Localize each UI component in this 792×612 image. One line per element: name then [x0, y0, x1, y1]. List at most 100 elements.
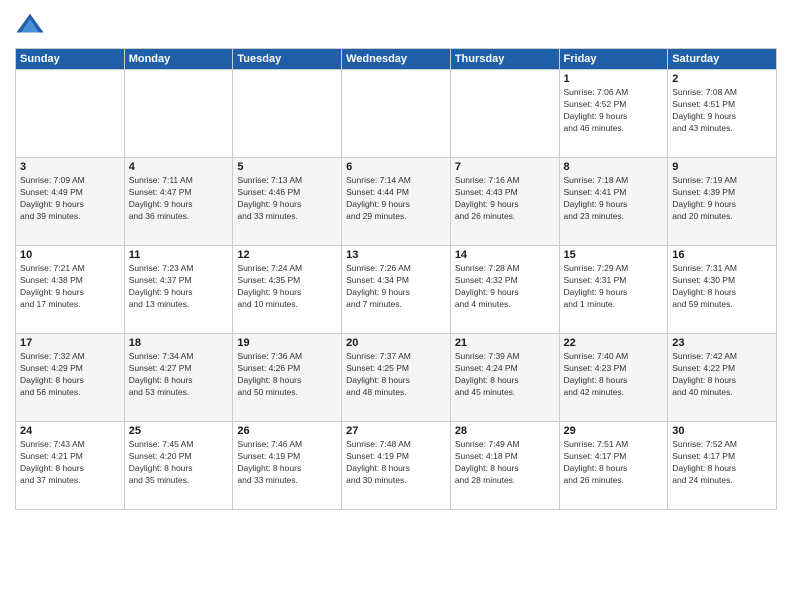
day-info: Sunrise: 7:40 AMSunset: 4:23 PMDaylight:…	[564, 351, 664, 399]
day-number: 7	[455, 161, 555, 173]
day-info: Sunrise: 7:23 AMSunset: 4:37 PMDaylight:…	[129, 263, 229, 311]
weekday-header-wednesday: Wednesday	[342, 49, 451, 70]
day-number: 4	[129, 161, 229, 173]
calendar-cell: 21 Sunrise: 7:39 AMSunset: 4:24 PMDayligh…	[450, 334, 559, 422]
weekday-header-friday: Friday	[559, 49, 668, 70]
day-info: Sunrise: 7:48 AMSunset: 4:19 PMDaylight:…	[346, 439, 446, 487]
calendar-cell: 3 Sunrise: 7:09 AMSunset: 4:49 PMDaylight…	[16, 158, 125, 246]
day-number: 22	[564, 337, 664, 349]
day-number: 3	[20, 161, 120, 173]
calendar-cell	[342, 70, 451, 158]
weekday-header-row: SundayMondayTuesdayWednesdayThursdayFrid…	[16, 49, 777, 70]
day-number: 25	[129, 425, 229, 437]
calendar-cell: 28 Sunrise: 7:49 AMSunset: 4:18 PMDayligh…	[450, 422, 559, 510]
day-info: Sunrise: 7:18 AMSunset: 4:41 PMDaylight:…	[564, 175, 664, 223]
day-number: 30	[672, 425, 772, 437]
day-number: 23	[672, 337, 772, 349]
day-number: 10	[20, 249, 120, 261]
day-number: 9	[672, 161, 772, 173]
calendar-cell: 9 Sunrise: 7:19 AMSunset: 4:39 PMDaylight…	[668, 158, 777, 246]
day-number: 27	[346, 425, 446, 437]
calendar-cell: 2 Sunrise: 7:08 AMSunset: 4:51 PMDaylight…	[668, 70, 777, 158]
calendar-cell: 29 Sunrise: 7:51 AMSunset: 4:17 PMDayligh…	[559, 422, 668, 510]
day-info: Sunrise: 7:46 AMSunset: 4:19 PMDaylight:…	[237, 439, 337, 487]
day-number: 18	[129, 337, 229, 349]
calendar-cell: 11Sunrise: 7:23 AMSunset: 4:37 PMDayligh…	[124, 246, 233, 334]
day-number: 21	[455, 337, 555, 349]
calendar-cell	[124, 70, 233, 158]
day-info: Sunrise: 7:34 AMSunset: 4:27 PMDaylight:…	[129, 351, 229, 399]
day-info: Sunrise: 7:21 AMSunset: 4:38 PMDaylight:…	[20, 263, 120, 311]
calendar-cell: 17 Sunrise: 7:32 AMSunset: 4:29 PMDayligh…	[16, 334, 125, 422]
day-info: Sunrise: 7:43 AMSunset: 4:21 PMDaylight:…	[20, 439, 120, 487]
day-number: 5	[237, 161, 337, 173]
day-number: 28	[455, 425, 555, 437]
day-info: Sunrise: 7:51 AMSunset: 4:17 PMDaylight:…	[564, 439, 664, 487]
day-number: 12	[237, 249, 337, 261]
calendar-cell	[16, 70, 125, 158]
calendar-cell	[450, 70, 559, 158]
day-info: Sunrise: 7:26 AMSunset: 4:34 PMDaylight:…	[346, 263, 446, 311]
weekday-header-tuesday: Tuesday	[233, 49, 342, 70]
page: SundayMondayTuesdayWednesdayThursdayFrid…	[0, 0, 792, 612]
day-number: 20	[346, 337, 446, 349]
calendar-cell: 25 Sunrise: 7:45 AMSunset: 4:20 PMDayligh…	[124, 422, 233, 510]
calendar-cell: 10 Sunrise: 7:21 AMSunset: 4:38 PMDayligh…	[16, 246, 125, 334]
day-info: Sunrise: 7:52 AMSunset: 4:17 PMDaylight:…	[672, 439, 772, 487]
calendar-cell: 16Sunrise: 7:31 AMSunset: 4:30 PMDayligh…	[668, 246, 777, 334]
calendar-cell: 22 Sunrise: 7:40 AMSunset: 4:23 PMDayligh…	[559, 334, 668, 422]
calendar: SundayMondayTuesdayWednesdayThursdayFrid…	[15, 48, 777, 510]
header	[15, 10, 777, 40]
week-row-3: 17 Sunrise: 7:32 AMSunset: 4:29 PMDayligh…	[16, 334, 777, 422]
weekday-header-monday: Monday	[124, 49, 233, 70]
day-info: Sunrise: 7:37 AMSunset: 4:25 PMDaylight:…	[346, 351, 446, 399]
day-info: Sunrise: 7:14 AMSunset: 4:44 PMDaylight:…	[346, 175, 446, 223]
weekday-header-saturday: Saturday	[668, 49, 777, 70]
calendar-cell: 24 Sunrise: 7:43 AMSunset: 4:21 PMDayligh…	[16, 422, 125, 510]
logo	[15, 10, 49, 40]
day-number: 29	[564, 425, 664, 437]
day-info: Sunrise: 7:09 AMSunset: 4:49 PMDaylight:…	[20, 175, 120, 223]
calendar-cell: 30 Sunrise: 7:52 AMSunset: 4:17 PMDayligh…	[668, 422, 777, 510]
day-info: Sunrise: 7:16 AMSunset: 4:43 PMDaylight:…	[455, 175, 555, 223]
day-info: Sunrise: 7:42 AMSunset: 4:22 PMDaylight:…	[672, 351, 772, 399]
day-info: Sunrise: 7:11 AMSunset: 4:47 PMDaylight:…	[129, 175, 229, 223]
day-number: 6	[346, 161, 446, 173]
day-number: 24	[20, 425, 120, 437]
day-number: 17	[20, 337, 120, 349]
calendar-cell: 6 Sunrise: 7:14 AMSunset: 4:44 PMDaylight…	[342, 158, 451, 246]
calendar-cell: 20 Sunrise: 7:37 AMSunset: 4:25 PMDayligh…	[342, 334, 451, 422]
calendar-cell: 23 Sunrise: 7:42 AMSunset: 4:22 PMDayligh…	[668, 334, 777, 422]
day-info: Sunrise: 7:28 AMSunset: 4:32 PMDaylight:…	[455, 263, 555, 311]
day-info: Sunrise: 7:32 AMSunset: 4:29 PMDaylight:…	[20, 351, 120, 399]
logo-icon	[15, 10, 45, 40]
day-info: Sunrise: 7:29 AMSunset: 4:31 PMDaylight:…	[564, 263, 664, 311]
day-number: 19	[237, 337, 337, 349]
weekday-header-sunday: Sunday	[16, 49, 125, 70]
day-info: Sunrise: 7:13 AMSunset: 4:46 PMDaylight:…	[237, 175, 337, 223]
calendar-cell: 7 Sunrise: 7:16 AMSunset: 4:43 PMDaylight…	[450, 158, 559, 246]
calendar-cell: 18 Sunrise: 7:34 AMSunset: 4:27 PMDayligh…	[124, 334, 233, 422]
week-row-4: 24 Sunrise: 7:43 AMSunset: 4:21 PMDayligh…	[16, 422, 777, 510]
calendar-cell: 27 Sunrise: 7:48 AMSunset: 4:19 PMDayligh…	[342, 422, 451, 510]
day-info: Sunrise: 7:08 AMSunset: 4:51 PMDaylight:…	[672, 87, 772, 135]
calendar-cell: 14Sunrise: 7:28 AMSunset: 4:32 PMDayligh…	[450, 246, 559, 334]
calendar-cell: 15Sunrise: 7:29 AMSunset: 4:31 PMDayligh…	[559, 246, 668, 334]
day-info: Sunrise: 7:19 AMSunset: 4:39 PMDaylight:…	[672, 175, 772, 223]
calendar-cell: 12 Sunrise: 7:24 AMSunset: 4:35 PMDayligh…	[233, 246, 342, 334]
day-number: 26	[237, 425, 337, 437]
day-info: Sunrise: 7:39 AMSunset: 4:24 PMDaylight:…	[455, 351, 555, 399]
day-info: Sunrise: 7:45 AMSunset: 4:20 PMDaylight:…	[129, 439, 229, 487]
week-row-0: 1Sunrise: 7:06 AMSunset: 4:52 PMDaylight…	[16, 70, 777, 158]
calendar-cell: 1Sunrise: 7:06 AMSunset: 4:52 PMDaylight…	[559, 70, 668, 158]
day-info: Sunrise: 7:49 AMSunset: 4:18 PMDaylight:…	[455, 439, 555, 487]
day-info: Sunrise: 7:31 AMSunset: 4:30 PMDaylight:…	[672, 263, 772, 311]
day-info: Sunrise: 7:36 AMSunset: 4:26 PMDaylight:…	[237, 351, 337, 399]
day-number: 2	[672, 73, 772, 85]
day-number: 13	[346, 249, 446, 261]
weekday-header-thursday: Thursday	[450, 49, 559, 70]
calendar-cell: 5 Sunrise: 7:13 AMSunset: 4:46 PMDaylight…	[233, 158, 342, 246]
calendar-cell: 4 Sunrise: 7:11 AMSunset: 4:47 PMDaylight…	[124, 158, 233, 246]
calendar-cell: 26 Sunrise: 7:46 AMSunset: 4:19 PMDayligh…	[233, 422, 342, 510]
day-info: Sunrise: 7:24 AMSunset: 4:35 PMDaylight:…	[237, 263, 337, 311]
